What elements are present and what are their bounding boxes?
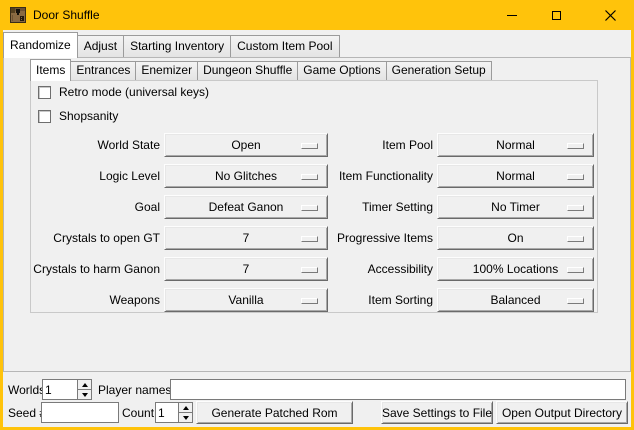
dropdown-handle-icon xyxy=(567,174,584,180)
close-icon xyxy=(605,10,616,21)
tab-label: Game Options xyxy=(303,63,380,77)
world-state-label: World State xyxy=(20,138,160,152)
tab-label: Items xyxy=(36,63,65,77)
accessibility-dropdown[interactable]: 100% Locations xyxy=(437,257,594,281)
tab-label: Adjust xyxy=(84,39,117,53)
shopsanity-checkbox[interactable]: Shopsanity xyxy=(38,109,118,123)
weapons-label: Weapons xyxy=(20,293,160,307)
dropdown-value: Open xyxy=(231,138,260,152)
maximize-button[interactable] xyxy=(534,0,579,30)
button-label: Save Settings to File xyxy=(382,406,492,420)
item-sorting-label: Item Sorting xyxy=(280,293,433,307)
arrow-down-icon xyxy=(183,416,189,420)
tab-label: Enemizer xyxy=(141,63,192,77)
item-functionality-dropdown[interactable]: Normal xyxy=(437,164,594,188)
randomize-sub-tab-bar: Items Entrances Enemizer Dungeon Shuffle… xyxy=(30,58,491,80)
tab-label: Dungeon Shuffle xyxy=(203,63,292,77)
tab-label: Generation Setup xyxy=(392,63,486,77)
tab-entrances[interactable]: Entrances xyxy=(70,61,136,80)
tab-dungeon-shuffle[interactable]: Dungeon Shuffle xyxy=(197,61,298,80)
maximize-icon xyxy=(552,11,561,20)
tab-custom-item-pool[interactable]: Custom Item Pool xyxy=(230,35,339,57)
crystals-gt-label: Crystals to open GT xyxy=(20,231,160,245)
open-output-directory-button[interactable]: Open Output Directory xyxy=(496,401,628,424)
dropdown-value: On xyxy=(507,231,523,245)
dropdown-handle-icon xyxy=(567,205,584,211)
seed-input[interactable] xyxy=(41,402,119,423)
item-pool-dropdown[interactable]: Normal xyxy=(437,133,594,157)
dropdown-value: Normal xyxy=(496,169,535,183)
title-bar[interactable]: Door Shuffle xyxy=(0,0,634,30)
worlds-spinner[interactable] xyxy=(42,379,92,400)
door-shuffle-window: Door Shuffle Randomize Adjust Starting I… xyxy=(0,0,634,430)
dropdown-value: Normal xyxy=(496,138,535,152)
logic-level-label: Logic Level xyxy=(20,169,160,183)
timer-setting-label: Timer Setting xyxy=(280,200,433,214)
count-spinner[interactable] xyxy=(155,402,193,423)
window-title: Door Shuffle xyxy=(33,8,100,22)
spin-down-button[interactable] xyxy=(78,389,91,399)
tab-starting-inventory[interactable]: Starting Inventory xyxy=(123,35,231,57)
tab-label: Entrances xyxy=(76,63,130,77)
tab-adjust[interactable]: Adjust xyxy=(77,35,124,57)
progressive-items-dropdown[interactable]: On xyxy=(437,226,594,250)
timer-setting-dropdown[interactable]: No Timer xyxy=(437,195,594,219)
minimize-icon xyxy=(507,15,517,16)
spinner-arrows xyxy=(77,380,91,399)
progressive-items-label: Progressive Items xyxy=(280,231,433,245)
checkbox-icon[interactable] xyxy=(38,110,51,123)
tab-label: Custom Item Pool xyxy=(237,39,332,53)
tab-label: Randomize xyxy=(10,38,71,52)
tab-enemizer[interactable]: Enemizer xyxy=(135,61,198,80)
accessibility-label: Accessibility xyxy=(280,262,433,276)
count-input[interactable] xyxy=(156,403,178,422)
checkbox-label: Retro mode (universal keys) xyxy=(59,85,209,99)
tab-randomize[interactable]: Randomize xyxy=(3,32,78,58)
goal-label: Goal xyxy=(20,200,160,214)
dropdown-value: Balanced xyxy=(490,293,540,307)
tab-game-options[interactable]: Game Options xyxy=(297,61,386,80)
checkbox-icon[interactable] xyxy=(38,86,51,99)
arrow-up-icon xyxy=(183,406,189,410)
button-label: Generate Patched Rom xyxy=(211,406,337,420)
arrow-down-icon xyxy=(82,393,88,397)
dropdown-value: Vanilla xyxy=(228,293,263,307)
checkbox-label: Shopsanity xyxy=(59,109,118,123)
spinner-arrows xyxy=(178,403,192,422)
spin-up-button[interactable] xyxy=(78,380,91,389)
tab-label: Starting Inventory xyxy=(130,39,224,53)
dropdown-value: 7 xyxy=(243,262,250,276)
count-label: Count xyxy=(122,406,154,420)
minimize-button[interactable] xyxy=(489,0,534,30)
worlds-input[interactable] xyxy=(43,380,77,399)
dropdown-handle-icon xyxy=(567,267,584,273)
item-sorting-dropdown[interactable]: Balanced xyxy=(437,288,594,312)
arrow-up-icon xyxy=(82,383,88,387)
spin-up-button[interactable] xyxy=(179,403,192,412)
crystals-ganon-label: Crystals to harm Ganon xyxy=(20,262,160,276)
tab-generation-setup[interactable]: Generation Setup xyxy=(386,61,492,80)
dropdown-value: Defeat Ganon xyxy=(209,200,284,214)
spin-down-button[interactable] xyxy=(179,412,192,422)
app-door-icon xyxy=(10,7,26,23)
worlds-label: Worlds xyxy=(8,383,45,397)
save-settings-button[interactable]: Save Settings to File xyxy=(381,401,493,424)
item-functionality-label: Item Functionality xyxy=(280,169,433,183)
dropdown-handle-icon xyxy=(567,143,584,149)
dropdown-handle-icon xyxy=(567,298,584,304)
player-names-label: Player names xyxy=(98,383,171,397)
item-pool-label: Item Pool xyxy=(280,138,433,152)
dropdown-value: No Glitches xyxy=(215,169,277,183)
close-button[interactable] xyxy=(588,0,633,30)
button-label: Open Output Directory xyxy=(502,406,622,420)
generate-patched-rom-button[interactable]: Generate Patched Rom xyxy=(196,401,353,424)
dropdown-value: 100% Locations xyxy=(473,262,558,276)
tab-items[interactable]: Items xyxy=(30,59,71,81)
retro-mode-checkbox[interactable]: Retro mode (universal keys) xyxy=(38,85,209,99)
dropdown-handle-icon xyxy=(567,236,584,242)
dropdown-value: No Timer xyxy=(491,200,540,214)
dropdown-value: 7 xyxy=(243,231,250,245)
main-tab-bar: Randomize Adjust Starting Inventory Cust… xyxy=(3,31,339,57)
player-names-input[interactable] xyxy=(170,379,626,400)
